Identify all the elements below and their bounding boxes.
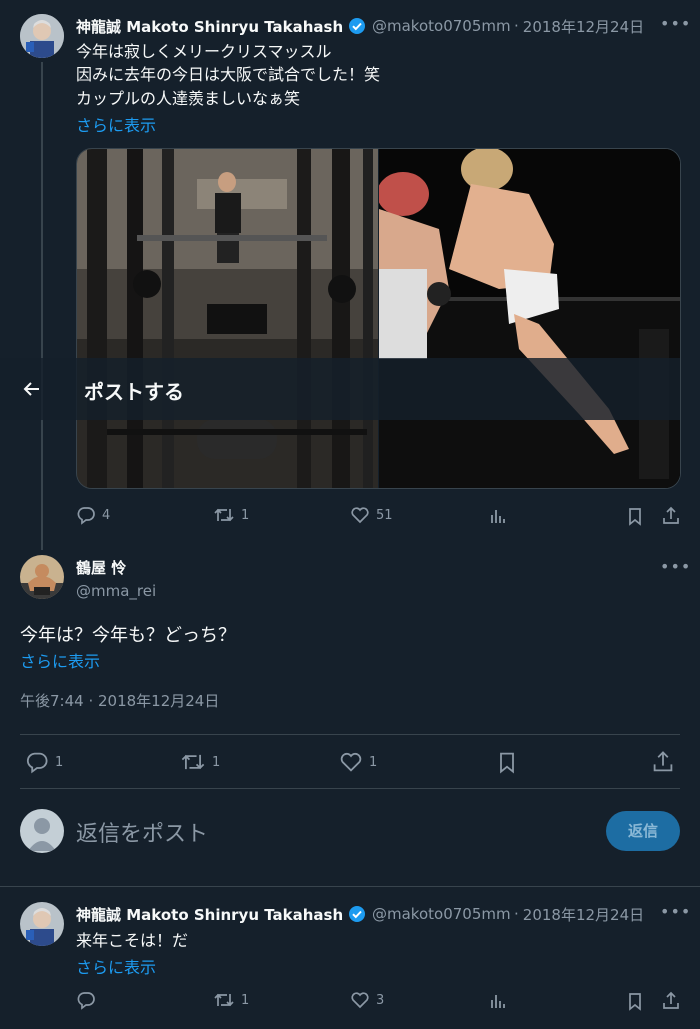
thread-line	[41, 62, 43, 550]
retweet-icon	[180, 750, 206, 774]
reply-input[interactable]: 返信をポスト	[76, 816, 208, 848]
reply-icon	[76, 990, 96, 1010]
heart-icon	[339, 750, 363, 774]
share-icon	[661, 991, 681, 1011]
avatar[interactable]	[20, 555, 64, 599]
verified-badge-icon	[348, 905, 366, 923]
reply-submit-button[interactable]: 返信	[606, 811, 680, 851]
like-count: 51	[376, 507, 393, 523]
tweet-text: 今年は？今年も？どっち？	[20, 625, 236, 646]
tweet-line-1: 今年は寂しくメリークリスマッスル	[76, 42, 332, 61]
tweet-date[interactable]: 2018年12月24日	[523, 904, 644, 925]
retweet-button[interactable]: 1	[213, 505, 249, 525]
retweet-count: 1	[241, 507, 250, 523]
post-overlay-bar: ポストする	[0, 358, 680, 420]
reply-icon	[76, 505, 96, 525]
bookmark-button[interactable]	[495, 750, 519, 778]
media-grid	[76, 148, 681, 489]
user-avatar-placeholder[interactable]	[20, 809, 64, 853]
analytics-icon	[488, 506, 508, 526]
tweet-line-2: 因みに去年の今日は大阪で試合でした！笑	[76, 65, 381, 84]
post-label[interactable]: ポストする	[84, 376, 184, 405]
author-name[interactable]: 神龍誠 Makoto Shinryu Takahashi	[76, 904, 344, 925]
share-icon	[661, 506, 681, 526]
bookmark-icon	[625, 506, 645, 526]
author-handle[interactable]: @makoto0705mma	[372, 905, 510, 923]
bookmark-button[interactable]	[625, 506, 645, 530]
share-icon	[651, 750, 675, 774]
reply-count: 4	[102, 507, 111, 523]
show-more-link[interactable]: さらに表示	[76, 112, 156, 136]
separator-dot: ·	[514, 905, 519, 923]
like-button[interactable]: 51	[350, 505, 393, 525]
author-name[interactable]: 神龍誠 Makoto Shinryu Takahashi	[76, 16, 344, 37]
show-more-link[interactable]: さらに表示	[76, 954, 156, 978]
views-button[interactable]	[488, 991, 508, 1015]
more-options-icon[interactable]: •••	[660, 14, 691, 33]
retweet-button[interactable]: 1	[213, 990, 249, 1010]
share-button[interactable]	[651, 750, 675, 778]
heart-icon	[350, 990, 370, 1010]
reply-icon	[25, 750, 49, 774]
reply-button[interactable]: 1	[25, 750, 63, 774]
tweet-timestamp[interactable]: 午後7:44 · 2018年12月24日	[20, 690, 219, 711]
retweet-icon	[213, 505, 235, 525]
more-options-icon[interactable]: •••	[660, 902, 691, 921]
reply-button[interactable]	[76, 990, 102, 1010]
bookmark-icon	[625, 991, 645, 1011]
media-image-gym[interactable]	[77, 149, 378, 488]
tweet-line-3: カップルの人達羨ましいなぁ笑	[76, 89, 301, 108]
more-options-icon[interactable]: •••	[660, 557, 691, 576]
like-count: 3	[376, 992, 385, 1008]
bookmark-icon	[495, 750, 519, 774]
separator-dot: ·	[514, 17, 519, 35]
avatar[interactable]	[20, 902, 64, 946]
divider	[20, 788, 680, 789]
bookmark-button[interactable]	[625, 991, 645, 1015]
like-button[interactable]: 3	[350, 990, 384, 1010]
back-arrow-icon[interactable]	[22, 379, 42, 399]
reply-count: 1	[55, 754, 64, 770]
media-image-fight[interactable]	[377, 149, 680, 488]
avatar[interactable]	[20, 14, 64, 58]
divider	[0, 886, 700, 887]
tweet-text: 来年こそは！だ	[76, 931, 189, 950]
share-button[interactable]	[661, 506, 681, 530]
views-button[interactable]	[488, 506, 508, 530]
divider	[20, 734, 680, 735]
tweet-date[interactable]: 2018年12月24日	[523, 16, 644, 37]
retweet-count: 1	[212, 754, 221, 770]
like-button[interactable]: 1	[339, 750, 377, 774]
author-handle[interactable]: @mma_rei	[76, 582, 156, 600]
retweet-icon	[213, 990, 235, 1010]
share-button[interactable]	[661, 991, 681, 1015]
reply-button[interactable]: 4	[76, 505, 110, 525]
author-handle[interactable]: @makoto0705mma	[372, 17, 510, 35]
author-name[interactable]: 鶴屋 怜	[76, 557, 126, 578]
show-more-link[interactable]: さらに表示	[20, 648, 100, 672]
verified-badge-icon	[348, 17, 366, 35]
retweet-count: 1	[241, 992, 250, 1008]
retweet-button[interactable]: 1	[180, 750, 220, 774]
like-count: 1	[369, 754, 378, 770]
analytics-icon	[488, 991, 508, 1011]
heart-icon	[350, 505, 370, 525]
